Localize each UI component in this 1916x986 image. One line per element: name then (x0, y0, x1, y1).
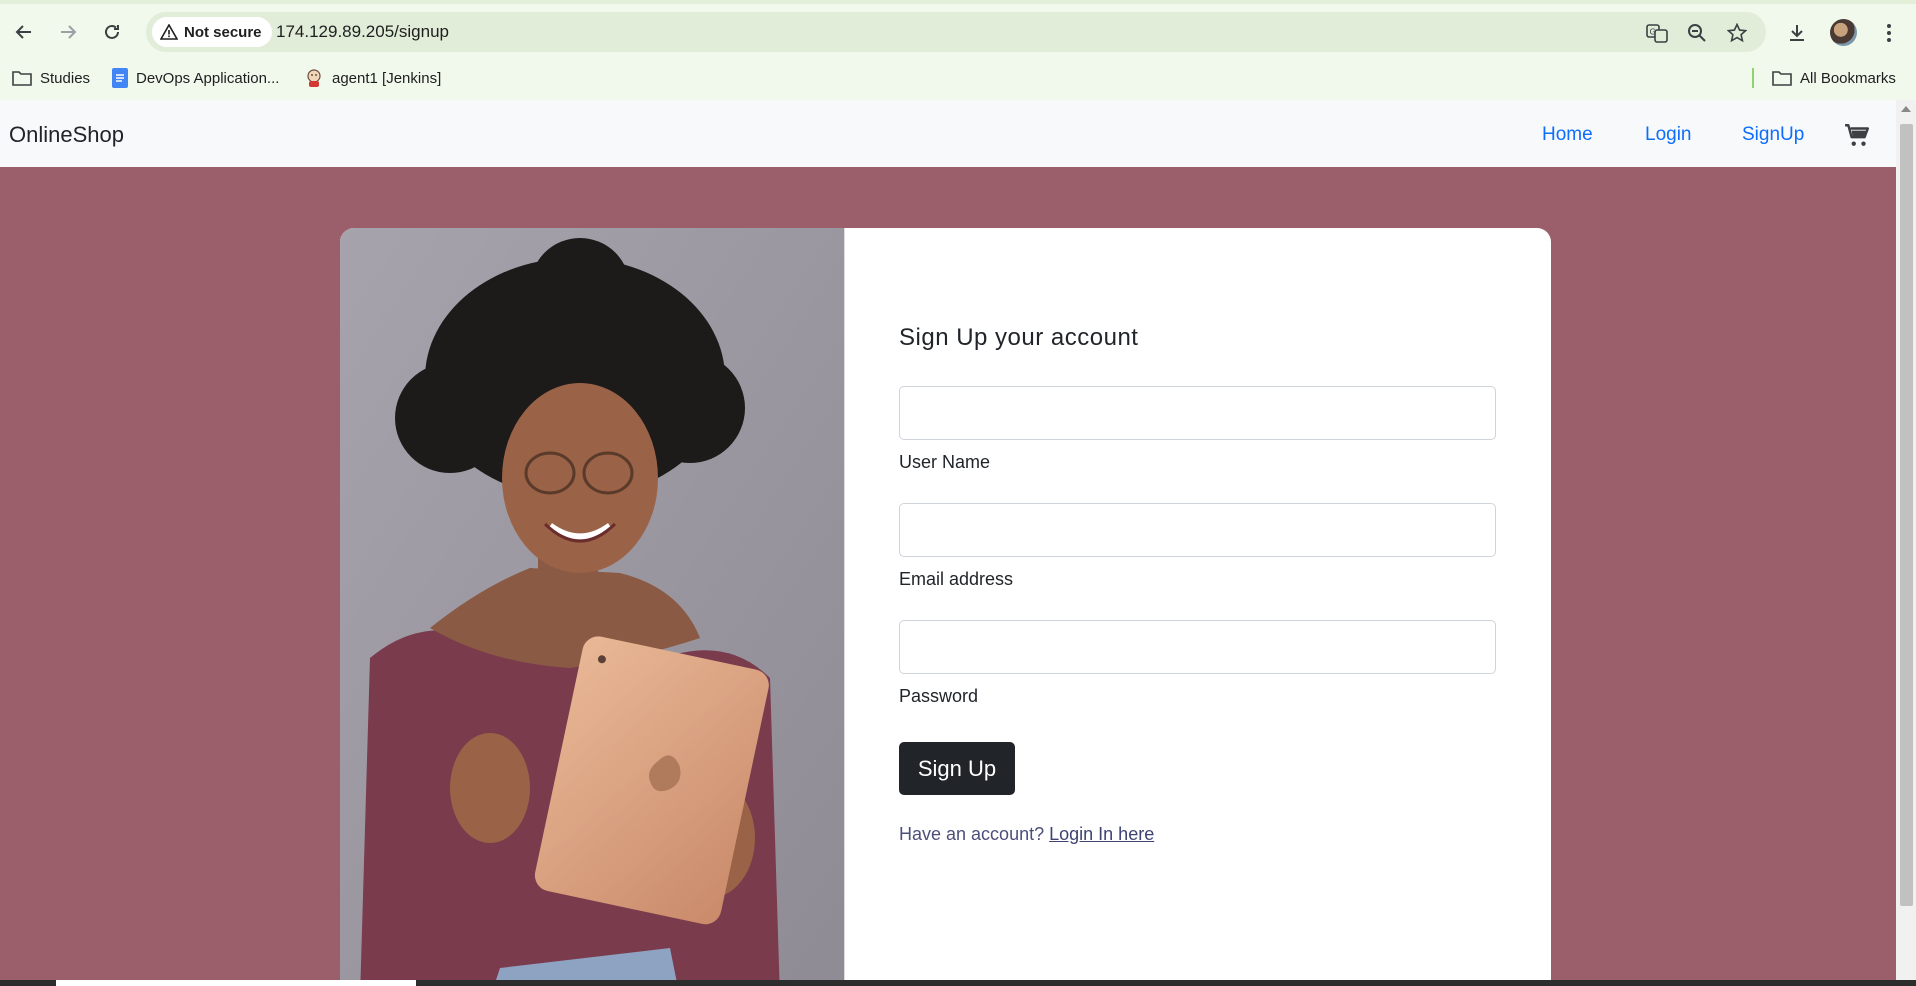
jenkins-icon (307, 69, 321, 87)
email-input[interactable] (899, 503, 1496, 557)
downloads-icon[interactable] (1782, 18, 1812, 48)
translate-icon[interactable]: G (1644, 20, 1670, 46)
brand-logo[interactable]: OnlineShop (9, 122, 124, 148)
all-bookmarks-label: All Bookmarks (1800, 69, 1896, 87)
folder-icon (12, 71, 32, 86)
bookmark-studies[interactable]: Studies (12, 64, 90, 92)
account-prompt-text: Have an account? (899, 824, 1045, 844)
bookmark-label: Studies (40, 69, 91, 87)
security-chip[interactable]: Not secure (152, 17, 272, 47)
username-input[interactable] (899, 386, 1496, 440)
woman-with-tablet-image (340, 228, 845, 986)
address-bar[interactable]: Not secure 174.129.89.205/signup G (146, 12, 1766, 52)
google-docs-icon (112, 68, 128, 88)
form-title: Sign Up your account (899, 324, 1139, 351)
login-prompt: Have an account? Login In here (899, 824, 1154, 845)
forward-button[interactable] (50, 10, 86, 54)
back-arrow-icon (15, 25, 31, 39)
shopping-cart-icon[interactable] (1844, 122, 1870, 148)
site-navbar: OnlineShop Home Login SignUp (0, 100, 1896, 167)
page-body: OnlineShop Home Login SignUp Sign Up you… (0, 100, 1896, 986)
bookmark-label: agent1 [Jenkins] (332, 69, 442, 87)
reload-icon (105, 24, 119, 39)
zoom-icon[interactable] (1684, 20, 1710, 46)
signup-button[interactable]: Sign Up (899, 742, 1015, 795)
scroll-thumb[interactable] (1900, 124, 1913, 906)
all-bookmarks[interactable]: All Bookmarks (1772, 64, 1896, 92)
tab-strip (0, 0, 1916, 4)
page-scrollbar[interactable] (1896, 100, 1916, 986)
login-link[interactable]: Login In here (1049, 824, 1154, 844)
signup-form: Sign Up your account User Name Email add… (899, 228, 1499, 986)
nav-link-login[interactable]: Login (1645, 124, 1692, 146)
email-label: Email address (899, 569, 1014, 589)
nav-link-signup[interactable]: SignUp (1742, 124, 1804, 146)
taskbar-segment (56, 980, 416, 986)
password-input[interactable] (899, 620, 1496, 674)
profile-avatar[interactable] (1830, 19, 1857, 46)
browser-chrome: Not secure 174.129.89.205/signup G Studi… (0, 0, 1916, 100)
bookmark-jenkins[interactable]: agent1 [Jenkins] (304, 64, 441, 92)
taskbar-strip (0, 980, 1916, 986)
warning-icon (160, 24, 178, 40)
nav-link-home[interactable]: Home (1542, 124, 1593, 146)
scroll-up-arrow-icon[interactable] (1901, 106, 1911, 112)
bookmarks-separator (1752, 68, 1754, 88)
url-text[interactable]: 174.129.89.205/signup (276, 22, 449, 42)
browser-toolbar: Not secure 174.129.89.205/signup G (0, 10, 1916, 54)
password-label: Password (899, 686, 979, 706)
back-button[interactable] (6, 10, 42, 54)
svg-text:G: G (1650, 28, 1656, 37)
menu-kebab-icon[interactable] (1874, 18, 1904, 48)
security-label: Not secure (184, 23, 262, 41)
bookmarks-bar: Studies DevOps Application... agent1 [Je… (0, 64, 1916, 92)
reload-button[interactable] (94, 10, 130, 54)
signup-card: Sign Up your account User Name Email add… (340, 228, 1551, 986)
bookmark-label: DevOps Application... (136, 69, 280, 87)
folder-icon (1772, 71, 1792, 86)
username-label: User Name (899, 452, 991, 472)
bookmark-star-icon[interactable] (1724, 20, 1750, 46)
bookmark-devops[interactable]: DevOps Application... (112, 64, 279, 92)
forward-arrow-icon (61, 25, 77, 39)
